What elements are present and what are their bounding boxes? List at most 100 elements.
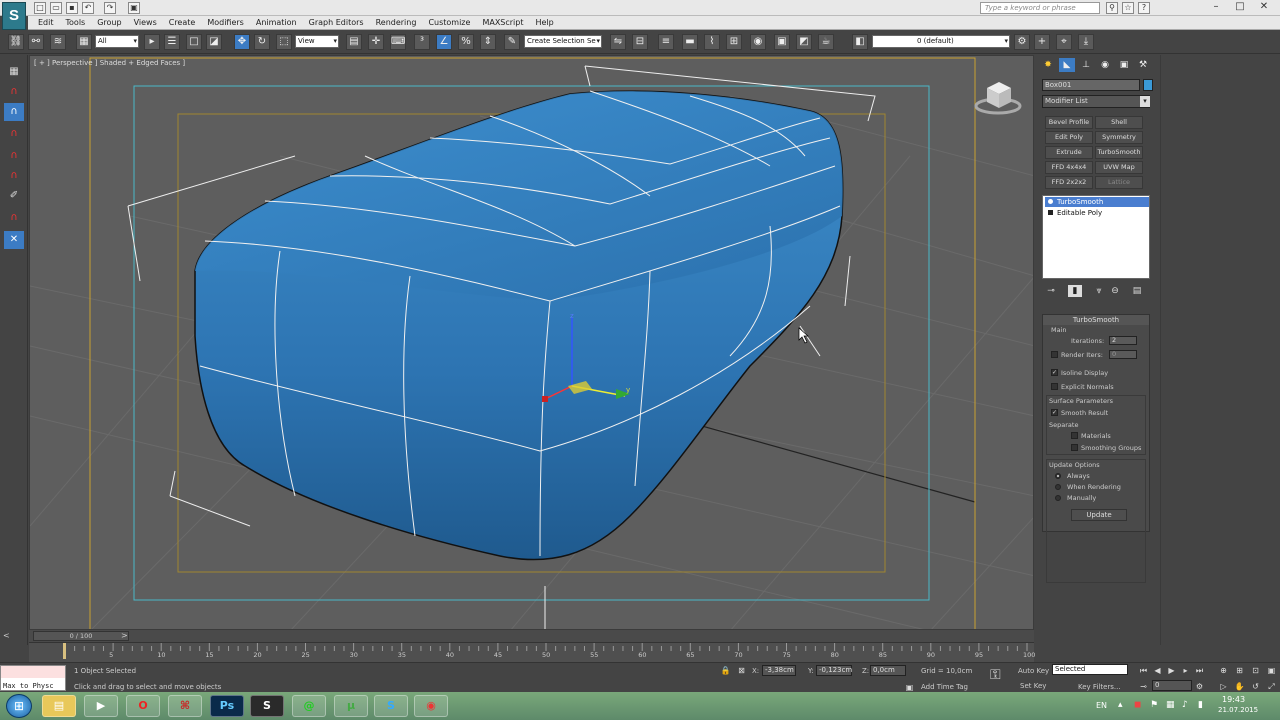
render-iters-checkbox[interactable]: [1051, 351, 1058, 358]
named-selection-dropdown[interactable]: Create Selection Se: [524, 35, 602, 48]
when-rendering-radio[interactable]: [1055, 484, 1061, 490]
create-tab-icon[interactable]: ✸: [1040, 58, 1056, 72]
open-file-icon[interactable]: ▭: [50, 2, 62, 14]
motion-tab-icon[interactable]: ◉: [1097, 58, 1113, 72]
curve-editor-icon[interactable]: ⌇: [704, 34, 720, 50]
expand-icon[interactable]: [1048, 210, 1053, 215]
uvw-map-button[interactable]: UVW Map: [1095, 161, 1143, 174]
utilities-tab-icon[interactable]: ⚒: [1135, 58, 1151, 72]
pivot-center-icon[interactable]: ▤: [346, 34, 362, 50]
viewport-label[interactable]: [ + ] Perspective ] Shaded + Edged Faces…: [34, 59, 185, 67]
isoline-checkbox[interactable]: ✓: [1051, 369, 1058, 376]
key-mode-dropdown[interactable]: Selected: [1052, 664, 1128, 675]
rollout-title[interactable]: TurboSmooth: [1043, 315, 1149, 325]
network-icon[interactable]: ▦: [1166, 700, 1175, 710]
unlink-icon[interactable]: ⚯: [28, 34, 44, 50]
render-setup-icon[interactable]: ▣: [774, 34, 790, 50]
ffd-2x2x2-button[interactable]: FFD 2x2x2: [1045, 176, 1093, 189]
graphite-toolbar-icon[interactable]: ▬: [682, 34, 698, 50]
mirror-icon[interactable]: ⇋: [610, 34, 626, 50]
orbit-icon[interactable]: ↺: [1250, 681, 1261, 692]
auto-key-button[interactable]: Auto Key: [1018, 667, 1049, 675]
star-icon[interactable]: ☆: [1122, 2, 1134, 14]
object-color-swatch[interactable]: [1143, 79, 1153, 91]
grid-icon[interactable]: ▦: [4, 63, 24, 81]
pan-icon[interactable]: ✋: [1234, 681, 1245, 692]
viewcube-icon[interactable]: [973, 76, 1023, 118]
rendered-frame-icon[interactable]: ◩: [796, 34, 812, 50]
align-icon[interactable]: ⊟: [632, 34, 648, 50]
perspective-viewport[interactable]: z y [ + ] Perspective ] Shaded + Edged F…: [29, 55, 1034, 630]
stack-item-turbosmooth[interactable]: TurboSmooth: [1045, 197, 1149, 207]
snap-active-icon[interactable]: ∩: [4, 103, 24, 121]
opera-icon[interactable]: O: [126, 695, 160, 717]
tray-app-icon[interactable]: ◼: [1134, 700, 1141, 710]
select-by-name-icon[interactable]: ☰: [164, 34, 180, 50]
magnet-icon[interactable]: ∩: [4, 83, 24, 101]
maximize-viewport-icon[interactable]: ⤢: [1266, 681, 1277, 692]
add-time-tag-button[interactable]: Add Time Tag: [921, 683, 968, 691]
remove-modifier-icon[interactable]: ⊖: [1108, 285, 1122, 297]
layer-icon[interactable]: ◧: [852, 34, 868, 50]
configure-sets-icon[interactable]: ▤: [1130, 285, 1144, 297]
field-of-view-icon[interactable]: ▷: [1218, 681, 1229, 692]
maximize-button[interactable]: □: [1228, 0, 1252, 14]
snap-pivot-icon[interactable]: ∩: [4, 209, 24, 227]
undo-icon[interactable]: ↶: [82, 2, 94, 14]
schematic-view-icon[interactable]: ⊞: [726, 34, 742, 50]
maxscript-listener[interactable]: Max to Physc: [0, 665, 66, 691]
paint-icon[interactable]: ✐: [4, 187, 24, 205]
add-layer-icon[interactable]: +: [1034, 34, 1050, 50]
save-icon[interactable]: ▪: [66, 2, 78, 14]
menu-graph-editors[interactable]: Graph Editors: [303, 16, 370, 29]
select-rotate-icon[interactable]: ↻: [254, 34, 270, 50]
set-current-layer-icon[interactable]: ⤓: [1078, 34, 1094, 50]
keyboard-shortcut-icon[interactable]: ⌨: [390, 34, 406, 50]
current-frame-marker[interactable]: [63, 643, 66, 659]
select-manipulate-icon[interactable]: ✛: [368, 34, 384, 50]
next-frame-icon[interactable]: >: [121, 631, 128, 640]
time-slider-thumb[interactable]: 0 / 100: [33, 631, 129, 641]
prev-key-icon[interactable]: ◀: [1152, 665, 1163, 676]
chevron-down-icon[interactable]: ▾: [1140, 96, 1150, 107]
3dsmax-icon[interactable]: S: [250, 695, 284, 717]
tray-flag-icon[interactable]: ⚑: [1150, 700, 1158, 710]
go-to-end-icon[interactable]: ⏭: [1194, 665, 1205, 676]
zoom-extents-all-icon[interactable]: ▣: [1266, 665, 1277, 676]
lattice-button[interactable]: Lattice: [1095, 176, 1143, 189]
bulb-icon[interactable]: [1048, 199, 1053, 204]
manually-radio[interactable]: [1055, 495, 1061, 501]
edit-named-selection-icon[interactable]: ✎: [504, 34, 520, 50]
new-file-icon[interactable]: □: [34, 2, 46, 14]
menu-help[interactable]: Help: [530, 16, 560, 29]
select-scale-icon[interactable]: ⬚: [276, 34, 292, 50]
angle-snap-icon[interactable]: ∠: [436, 34, 452, 50]
render-production-icon[interactable]: ☕: [818, 34, 834, 50]
shell-button[interactable]: Shell: [1095, 116, 1143, 129]
turbosmooth-button[interactable]: TurboSmooth: [1095, 146, 1143, 159]
set-key-button[interactable]: Set Key: [1020, 682, 1046, 690]
zoom-icon[interactable]: ⊕: [1218, 665, 1229, 676]
z-coord-field[interactable]: 0,0cm: [870, 665, 906, 676]
go-to-start-icon[interactable]: ⏮: [1138, 665, 1149, 676]
materials-checkbox[interactable]: [1071, 432, 1078, 439]
layer-dropdown[interactable]: 0 (default): [872, 35, 1010, 48]
menu-create[interactable]: Create: [163, 16, 202, 29]
app-logo-icon[interactable]: S: [2, 2, 26, 30]
xform-icon[interactable]: ✕: [4, 231, 24, 249]
minimize-button[interactable]: –: [1204, 0, 1228, 14]
media-player-icon[interactable]: ▶: [84, 695, 118, 717]
menu-group[interactable]: Group: [91, 16, 127, 29]
menu-views[interactable]: Views: [128, 16, 163, 29]
clock-date[interactable]: 21.07.2015: [1218, 706, 1258, 714]
current-frame-field[interactable]: 0: [1152, 680, 1192, 691]
help-icon[interactable]: ?: [1138, 2, 1150, 14]
start-button[interactable]: ⊞: [6, 694, 32, 718]
close-button[interactable]: ✕: [1252, 0, 1276, 14]
clock-time[interactable]: 19:43: [1222, 695, 1245, 704]
photoshop-icon[interactable]: Ps: [210, 695, 244, 717]
snap-face-icon[interactable]: ∩: [4, 167, 24, 185]
make-unique-icon[interactable]: ⩔: [1092, 285, 1106, 297]
language-indicator[interactable]: EN: [1096, 701, 1107, 710]
menu-maxscript[interactable]: MAXScript: [476, 16, 529, 29]
